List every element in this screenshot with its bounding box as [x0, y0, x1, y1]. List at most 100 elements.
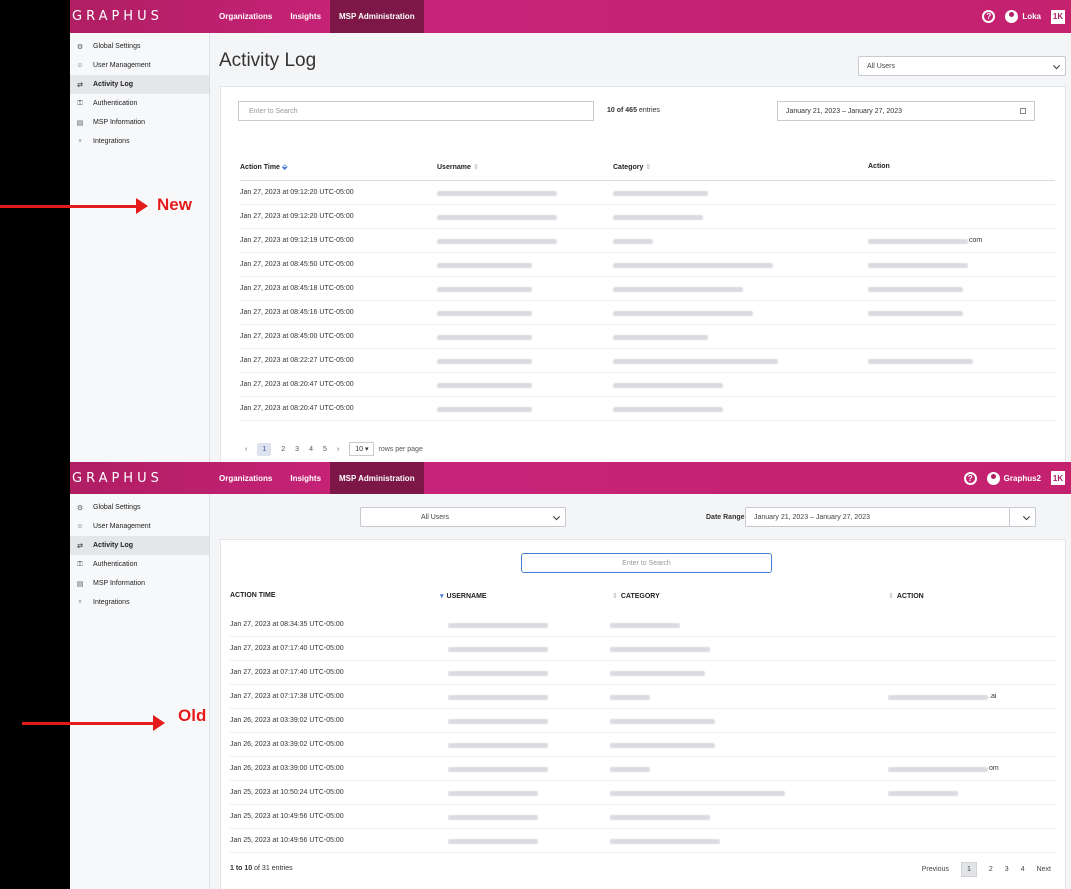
- col-action-time[interactable]: Action Time ⬙: [240, 163, 287, 171]
- col-action[interactable]: ⇕ ACTION: [886, 592, 924, 600]
- page-1-button[interactable]: 1: [257, 442, 272, 456]
- action-cell-redacted: [868, 359, 973, 364]
- user-menu[interactable]: Graphus2: [986, 471, 1041, 485]
- nav-insights[interactable]: Insights: [281, 0, 330, 33]
- top-nav-bar: GRAPHUS Organizations Insights MSP Admin…: [70, 0, 1071, 33]
- username-cell-redacted: [437, 239, 557, 244]
- page-3-button[interactable]: 3: [1005, 866, 1009, 873]
- col-username[interactable]: Username ⇕: [437, 163, 479, 171]
- screenshot-canvas: GRAPHUS Organizations Insights MSP Admin…: [0, 0, 1071, 889]
- sidebar-item-user-management[interactable]: ☺ User Management: [70, 517, 209, 536]
- sidebar-item-integrations[interactable]: ♆ Integrations: [70, 132, 209, 151]
- graphus-logo[interactable]: GRAPHUS: [70, 471, 210, 486]
- category-cell-redacted: [610, 767, 650, 772]
- date-range-picker[interactable]: January 21, 2023 – January 27, 2023: [777, 101, 1035, 121]
- table-row: Jan 27, 2023 at 08:45:50 UTC-05:00: [240, 253, 1055, 277]
- sidebar-item-global-settings[interactable]: ⚙ Global Settings: [70, 498, 209, 517]
- table-row: Jan 27, 2023 at 08:20:47 UTC-05:00: [240, 397, 1055, 421]
- page-2-button[interactable]: 2: [281, 446, 285, 453]
- action-cell-redacted: [888, 767, 988, 772]
- category-cell-redacted: [613, 287, 743, 292]
- entries-count-label: entries: [638, 107, 660, 114]
- user-lock-icon: ⚿: [77, 560, 83, 568]
- sidebar-item-authentication[interactable]: ⚿ Authentication: [70, 555, 209, 574]
- username-cell-redacted: [437, 407, 532, 412]
- category-cell-redacted: [610, 719, 715, 724]
- annotation-new-label: New: [157, 195, 192, 214]
- action-time-cell: Jan 26, 2023 at 03:39:00 UTC-05:00: [230, 765, 344, 772]
- action-cell-redacted: [888, 791, 958, 796]
- col-category[interactable]: ⇕ CATEGORY: [610, 592, 660, 600]
- sidebar-item-global-settings[interactable]: ⚙ Global Settings: [70, 37, 209, 56]
- username-cell-redacted: [448, 695, 548, 700]
- shuffle-icon: ⇄: [77, 542, 83, 550]
- table-row: Jan 26, 2023 at 03:39:00 UTC-05:00 om: [230, 757, 1055, 781]
- username-cell-redacted: [448, 767, 548, 772]
- nav-msp-administration[interactable]: MSP Administration: [330, 462, 424, 494]
- category-cell-redacted: [610, 695, 650, 700]
- page-4-button[interactable]: 4: [1021, 866, 1025, 873]
- action-time-cell: Jan 27, 2023 at 09:12:19 UTC-05:00: [240, 237, 354, 244]
- table-row: Jan 25, 2023 at 10:50:24 UTC-05:00: [230, 781, 1055, 805]
- action-time-cell: Jan 27, 2023 at 08:34:35 UTC-05:00: [230, 621, 344, 628]
- page-3-button[interactable]: 3: [295, 446, 299, 453]
- sidebar-item-integrations[interactable]: ♆ Integrations: [70, 593, 209, 612]
- help-icon[interactable]: ?: [963, 471, 977, 485]
- page-2-button[interactable]: 2: [989, 866, 993, 873]
- category-cell-redacted: [613, 311, 753, 316]
- help-icon[interactable]: ?: [982, 10, 996, 23]
- page-5-button[interactable]: 5: [323, 446, 327, 453]
- category-cell-redacted: [613, 335, 708, 340]
- top-right-controls: ? Graphus2 1K: [963, 471, 1071, 485]
- table-row: Jan 26, 2023 at 03:39:02 UTC-05:00: [230, 709, 1055, 733]
- sidebar-item-user-management[interactable]: ☺ User Management: [70, 56, 209, 75]
- search-input[interactable]: Enter to Search: [238, 101, 594, 121]
- kaseya-badge-icon[interactable]: 1K: [1051, 9, 1065, 24]
- sidebar-item-msp-information[interactable]: ▤ MSP Information: [70, 574, 209, 593]
- sidebar-item-msp-information[interactable]: ▤ MSP Information: [70, 113, 209, 132]
- sidebar-item-activity-log[interactable]: ⇄ Activity Log: [70, 75, 209, 94]
- user-menu[interactable]: Loka: [1005, 10, 1041, 23]
- category-cell-redacted: [610, 623, 680, 628]
- action-time-cell: Jan 26, 2023 at 03:39:02 UTC-05:00: [230, 741, 344, 748]
- username-cell-redacted: [437, 311, 532, 316]
- page-4-button[interactable]: 4: [309, 446, 313, 453]
- date-range-select[interactable]: January 21, 2023 – January 27, 2023: [745, 507, 1036, 527]
- user-filter-select[interactable]: All Users: [858, 56, 1066, 76]
- red-arrow-new: [0, 198, 148, 214]
- nav-organizations[interactable]: Organizations: [210, 0, 281, 33]
- table-row: Jan 27, 2023 at 08:34:35 UTC-05:00: [230, 613, 1055, 637]
- page-1-button[interactable]: 1: [960, 862, 977, 877]
- entries-count-number: 10 of 465: [607, 107, 637, 114]
- user-name: Loka: [1022, 12, 1041, 21]
- col-username[interactable]: ▾ USERNAME: [438, 592, 487, 600]
- action-time-cell: Jan 27, 2023 at 08:45:00 UTC-05:00: [240, 333, 354, 340]
- next-page-button[interactable]: Next: [1037, 866, 1051, 873]
- kaseya-badge-icon[interactable]: 1K: [1051, 471, 1065, 485]
- nav-msp-administration[interactable]: MSP Administration: [330, 0, 424, 33]
- sidebar-item-authentication[interactable]: ⚿ Authentication: [70, 94, 209, 113]
- category-cell-redacted: [610, 791, 785, 796]
- graphus-logo[interactable]: GRAPHUS: [70, 9, 210, 24]
- username-cell-redacted: [448, 815, 538, 820]
- previous-page-button[interactable]: Previous: [922, 866, 949, 873]
- username-cell-redacted: [437, 215, 557, 220]
- date-range-toggle: [1009, 508, 1035, 526]
- nav-insights[interactable]: Insights: [281, 462, 330, 494]
- username-cell-redacted: [437, 191, 557, 196]
- rows-per-page-select[interactable]: 10 ▾: [349, 442, 375, 456]
- sort-icon: ⇕: [472, 164, 479, 171]
- main-nav: Organizations Insights MSP Administratio…: [210, 0, 424, 33]
- id-card-icon: ▤: [76, 119, 84, 127]
- next-page-button[interactable]: ›: [337, 446, 339, 453]
- nav-organizations[interactable]: Organizations: [210, 462, 281, 494]
- rows-per-page-label: rows per page: [378, 445, 423, 453]
- username-cell-redacted: [437, 287, 532, 292]
- sidebar-item-activity-log[interactable]: ⇄ Activity Log: [70, 536, 209, 555]
- col-action-time[interactable]: ACTION TIME: [230, 592, 276, 599]
- entries-summary: 1 to 10 of 31 entries: [230, 865, 293, 872]
- search-input[interactable]: Enter to Search: [521, 553, 772, 573]
- prev-page-button[interactable]: ‹: [245, 446, 247, 453]
- col-category[interactable]: Category ⇕: [613, 163, 651, 171]
- user-filter-select[interactable]: All Users: [360, 507, 566, 527]
